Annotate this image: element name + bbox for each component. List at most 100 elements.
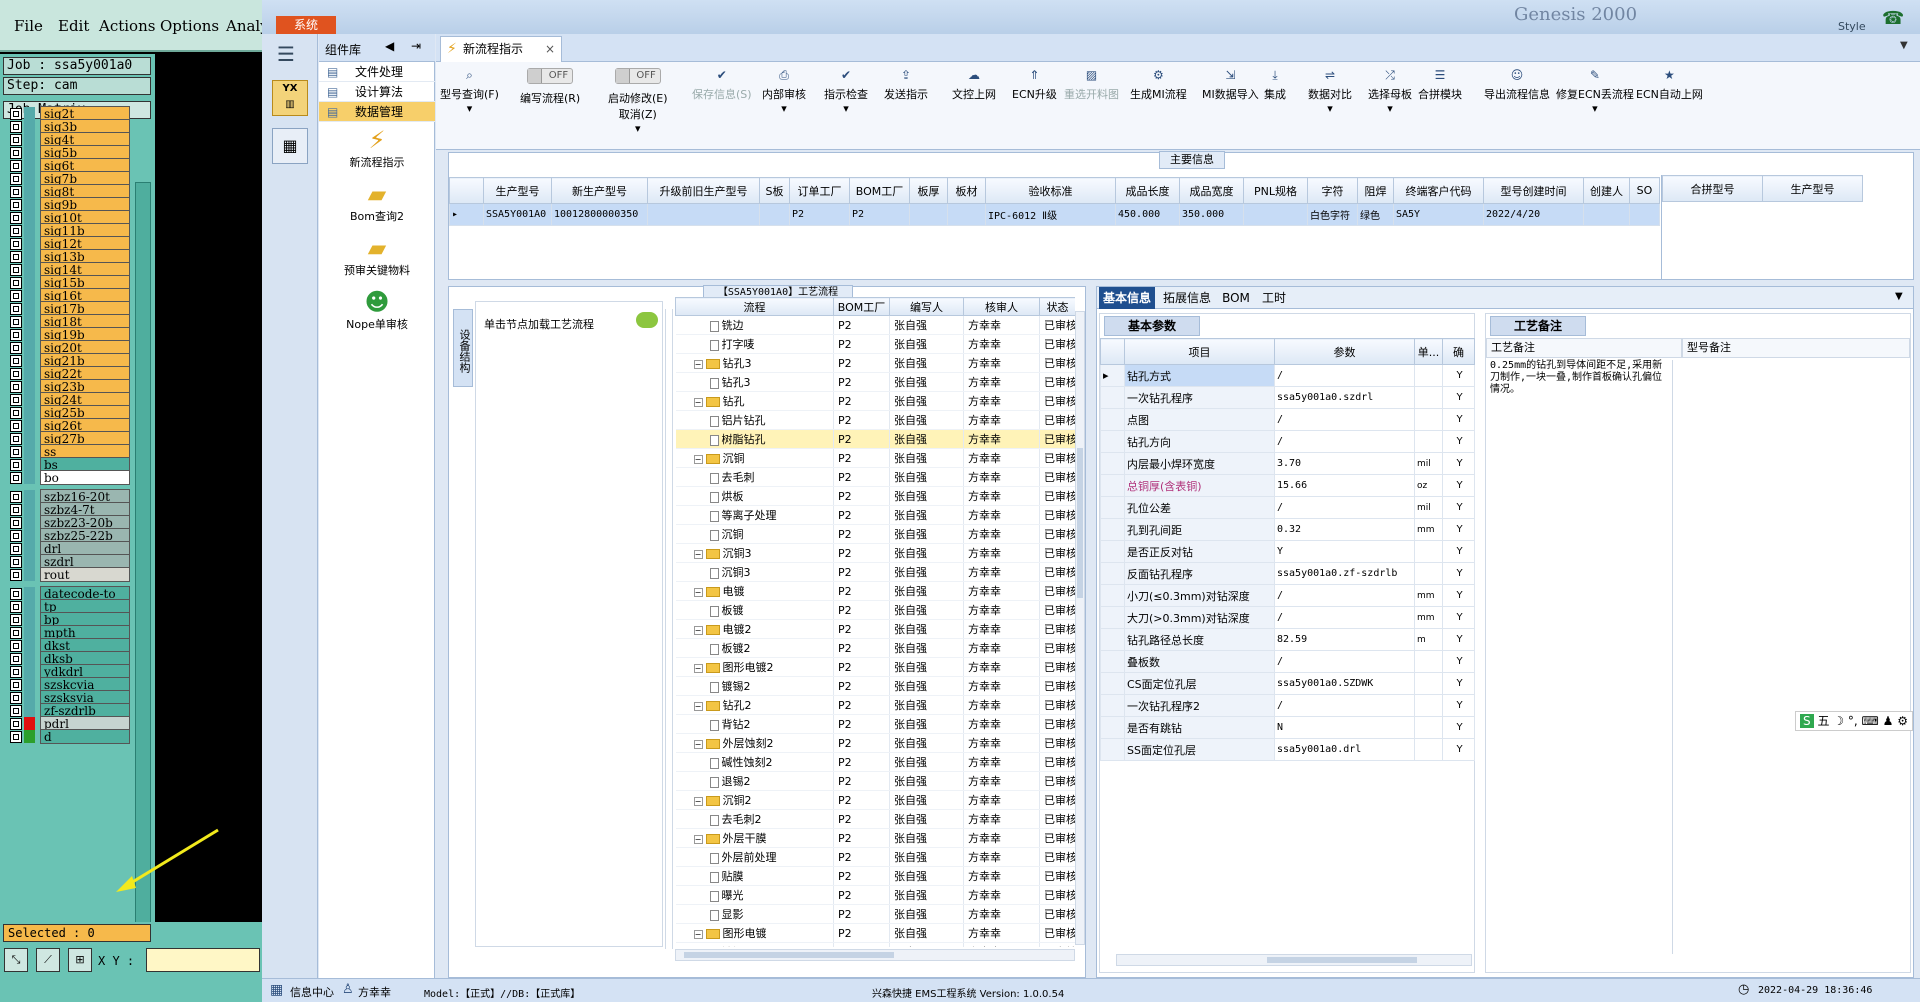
- process-notes-text[interactable]: 0.25mm的钻孔到导体间距不足,采用新刀制作,一块一叠,制作首板确认孔偏位情况…: [1490, 360, 1670, 396]
- toolbar-button[interactable]: ⤮ 选择母板 ▾: [1368, 68, 1412, 115]
- system-menu-button[interactable]: 系统: [276, 16, 336, 34]
- table-cell[interactable]: SA5Y: [1393, 203, 1484, 226]
- param-row[interactable]: 一次钻孔程序2/ Y: [1100, 694, 1475, 717]
- table-cell[interactable]: 350.000: [1179, 203, 1244, 226]
- param-row[interactable]: 孔到孔间距 0.32 mm Y: [1100, 518, 1475, 541]
- flow-node[interactable]: 曝光: [675, 885, 834, 905]
- param-confirm[interactable]: Y: [1442, 474, 1475, 497]
- table-cell[interactable]: [909, 203, 948, 226]
- xy-input[interactable]: [146, 948, 260, 972]
- toolbar-button[interactable]: ▨ 重选开料图: [1064, 68, 1119, 102]
- param-confirm[interactable]: Y: [1442, 364, 1475, 387]
- column-header[interactable]: 阻焊: [1357, 177, 1394, 204]
- flow-row[interactable]: 退锡2 P2 张自强 方幸幸 已审核: [675, 771, 1075, 791]
- yx-factory-icon[interactable]: YX ▥: [272, 80, 308, 116]
- flow-node[interactable]: 钻孔3: [675, 372, 834, 392]
- param-confirm[interactable]: Y: [1442, 562, 1475, 585]
- table-cell[interactable]: [647, 203, 760, 226]
- dropdown-arrow-icon[interactable]: ▾: [440, 102, 499, 115]
- param-row[interactable]: SS面定位孔层 ssa5y001a0.drl Y: [1100, 738, 1475, 761]
- flow-row[interactable]: 烘板 P2 张自强 方幸幸 已审核: [675, 486, 1075, 506]
- flow-node[interactable]: − 沉铜2: [675, 790, 834, 810]
- collapse-icon[interactable]: −: [693, 549, 703, 559]
- flow-node[interactable]: − 钻孔2: [675, 695, 834, 715]
- toolbar-button[interactable]: OFF 编写流程(R): [520, 68, 580, 106]
- flow-node[interactable]: 等离子处理: [675, 505, 834, 525]
- table-cell[interactable]: P2: [849, 203, 910, 226]
- collapse-icon[interactable]: −: [693, 796, 703, 806]
- flow-row[interactable]: − 外层蚀刻2 P2 张自强 方幸幸 已审核: [675, 733, 1075, 753]
- table-cell[interactable]: [947, 203, 986, 226]
- collapse-icon[interactable]: −: [693, 359, 703, 369]
- table-cell[interactable]: [1629, 203, 1660, 226]
- param-row[interactable]: ▸ 钻孔方式 / Y: [1100, 364, 1475, 387]
- collapse-icon[interactable]: −: [693, 701, 703, 711]
- param-confirm[interactable]: Y: [1442, 628, 1475, 651]
- flow-row[interactable]: 去毛刺2 P2 张自强 方幸幸 已审核: [675, 809, 1075, 829]
- column-header[interactable]: 成品宽度: [1179, 177, 1244, 204]
- collapse-icon[interactable]: −: [693, 929, 703, 939]
- column-header[interactable]: 生产型号: [483, 177, 552, 204]
- flow-row[interactable]: 板镀 P2 张自强 方幸幸 已审核: [675, 600, 1075, 620]
- param-confirm[interactable]: Y: [1442, 650, 1475, 673]
- table-cell[interactable]: 2022/4/20: [1483, 203, 1584, 226]
- column-header[interactable]: 状态: [1039, 297, 1075, 316]
- toolbar-button[interactable]: ☁ 文控上网: [952, 68, 996, 102]
- param-value[interactable]: ssa5y001a0.zf-szdrlb: [1274, 562, 1415, 585]
- param-confirm[interactable]: Y: [1442, 496, 1475, 519]
- param-value[interactable]: N: [1274, 716, 1415, 739]
- flow-node[interactable]: − 外层蚀刻2: [675, 733, 834, 753]
- toolbar-button[interactable]: ⇑ ECN升级: [1012, 68, 1057, 102]
- flow-row[interactable]: − 电镀2 P2 张自强 方幸幸 已审核: [675, 619, 1075, 639]
- toolbar-button[interactable]: ✔ 指示检查 ▾: [824, 68, 868, 115]
- flow-row[interactable]: − 沉铜 P2 张自强 方幸幸 已审核: [675, 448, 1075, 468]
- flow-node[interactable]: 打字唛: [675, 334, 834, 354]
- splitter[interactable]: [665, 309, 673, 949]
- table-cell[interactable]: [1583, 203, 1630, 226]
- toolbar-button[interactable]: ⎙ 内部审核 ▾: [762, 68, 806, 115]
- flow-row[interactable]: − 图形电镀2 P2 张自强 方幸幸 已审核: [675, 657, 1075, 677]
- pin-icon[interactable]: ⇥: [411, 39, 421, 53]
- column-header[interactable]: 新生产型号: [551, 177, 648, 204]
- flow-node[interactable]: 贴膜: [675, 866, 834, 886]
- column-header[interactable]: 字符: [1307, 177, 1358, 204]
- params-horizontal-scrollbar[interactable]: [1116, 954, 1472, 966]
- toolbar-button[interactable]: ⤓ 集成: [1264, 68, 1286, 102]
- column-header[interactable]: 确: [1442, 338, 1475, 365]
- param-confirm[interactable]: Y: [1442, 694, 1475, 717]
- flow-horizontal-scrollbar[interactable]: [675, 949, 1075, 961]
- column-header[interactable]: 型号创建时间: [1483, 177, 1584, 204]
- param-value[interactable]: /: [1274, 496, 1415, 519]
- dropdown-arrow-icon[interactable]: ▾: [1556, 102, 1634, 115]
- dropdown-arrow-icon[interactable]: ▾: [1308, 102, 1352, 115]
- table-cell[interactable]: [759, 203, 790, 226]
- collapse-icon[interactable]: −: [693, 625, 703, 635]
- flow-row[interactable]: 贴膜 P2 张自强 方幸幸 已审核: [675, 866, 1075, 886]
- column-header[interactable]: 创建人: [1583, 177, 1630, 204]
- flow-node[interactable]: − 钻孔3: [675, 353, 834, 373]
- collapse-icon[interactable]: −: [693, 834, 703, 844]
- param-confirm[interactable]: Y: [1442, 672, 1475, 695]
- phone-icon[interactable]: ☎: [1882, 8, 1904, 29]
- toolbar-button[interactable]: ☺ 导出流程信息: [1484, 68, 1550, 102]
- column-header[interactable]: PNL规格: [1243, 177, 1308, 204]
- flow-node[interactable]: 去毛刺: [675, 467, 834, 487]
- flow-row[interactable]: 镀锡2 P2 张自强 方幸幸 已审核: [675, 676, 1075, 696]
- flow-node[interactable]: 镀铜: [675, 942, 834, 947]
- dropdown-arrow-icon[interactable]: ▾: [762, 102, 806, 115]
- param-row[interactable]: 内层最小焊环宽度 3.70 mil Y: [1100, 452, 1475, 475]
- flow-node[interactable]: − 外层干膜: [675, 828, 834, 848]
- toolbar-button[interactable]: ⇪ 发送指示: [884, 68, 928, 102]
- table-cell[interactable]: 白色字符: [1307, 203, 1358, 226]
- param-row[interactable]: 小刀(≤0.3mm)对钻深度 / mm Y: [1100, 584, 1475, 607]
- flow-node[interactable]: 退锡2: [675, 771, 834, 791]
- collapse-icon[interactable]: −: [693, 587, 703, 597]
- flow-row[interactable]: 板镀2 P2 张自强 方幸幸 已审核: [675, 638, 1075, 658]
- layer-row[interactable]: rout: [8, 567, 130, 582]
- flow-row[interactable]: 打字唛 P2 张自强 方幸幸 已审核: [675, 334, 1075, 354]
- flow-row[interactable]: 钻孔3 P2 张自强 方幸幸 已审核: [675, 372, 1075, 392]
- toolbar-button[interactable]: ✔ 保存信息(S): [692, 68, 752, 102]
- param-value[interactable]: 0.32: [1274, 518, 1415, 541]
- flow-node[interactable]: − 图形电镀: [675, 923, 834, 943]
- param-confirm[interactable]: Y: [1442, 518, 1475, 541]
